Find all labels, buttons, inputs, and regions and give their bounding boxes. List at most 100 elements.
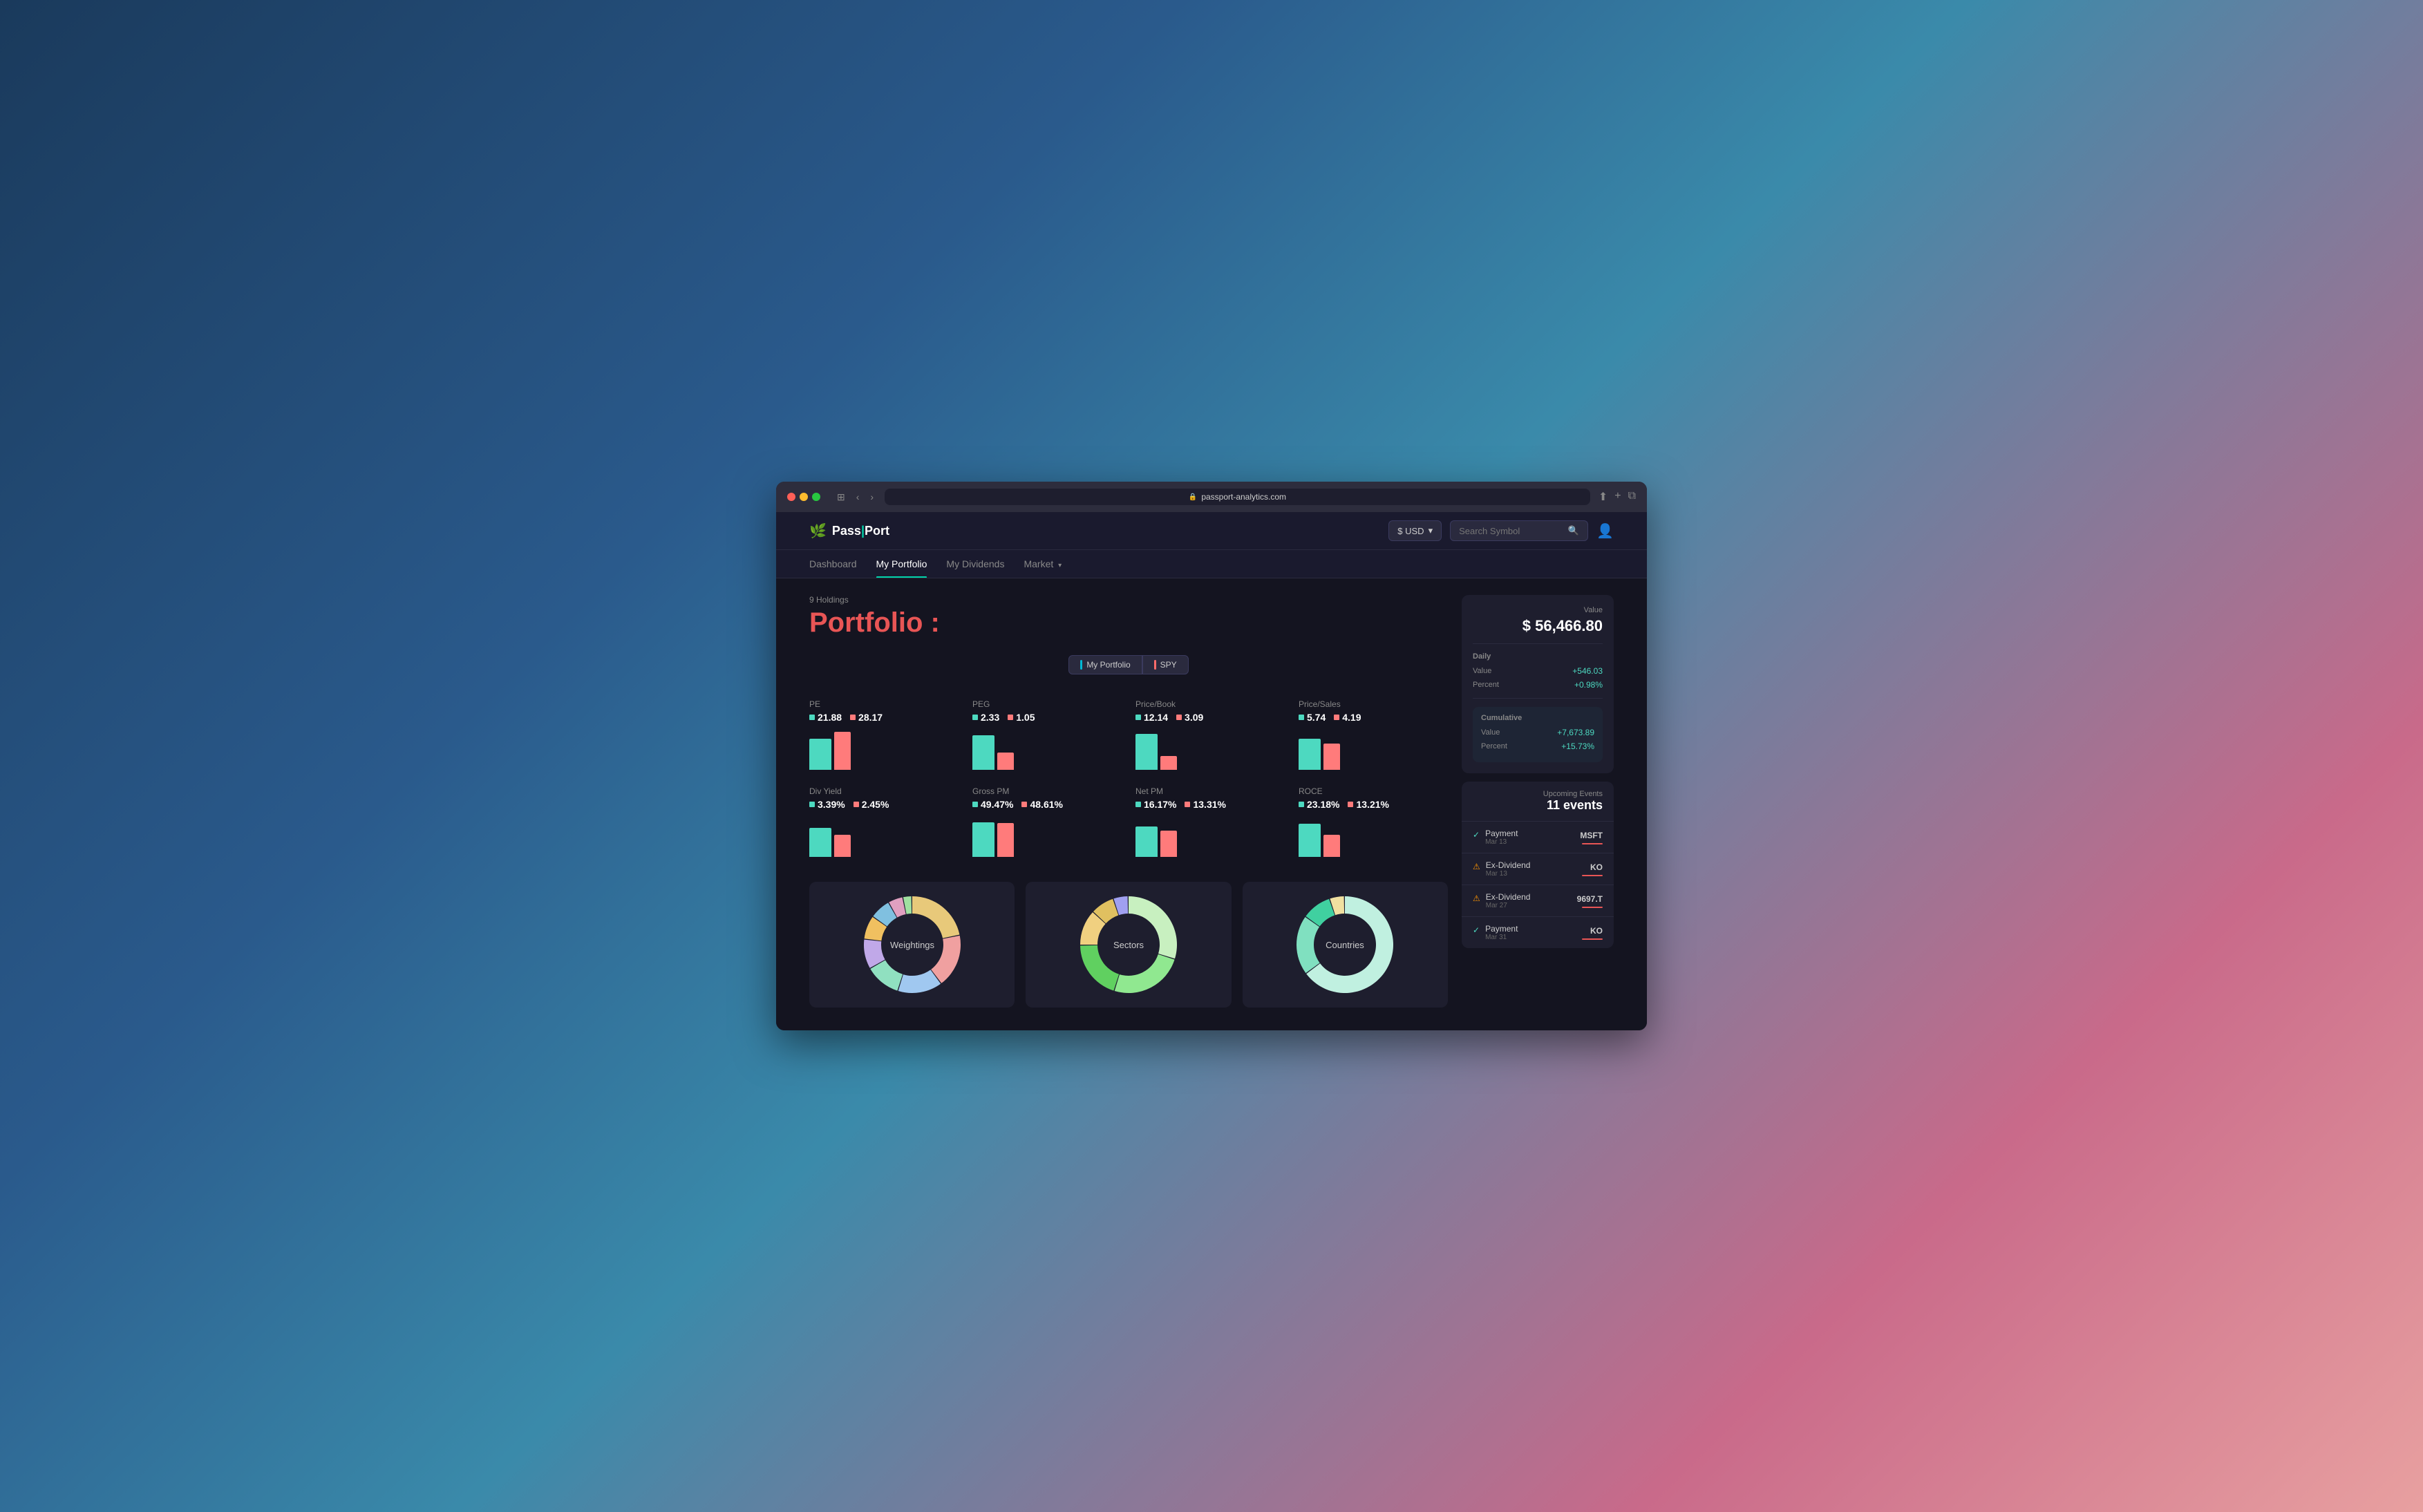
my-portfolio-toggle[interactable]: My Portfolio (1068, 655, 1142, 674)
metric-card-net-pm: Net PM 16.17% 13.31% (1135, 778, 1285, 865)
bar-chart (972, 728, 1122, 770)
metric-val1: 12.14 (1135, 712, 1168, 723)
bar-red (834, 835, 851, 857)
bar-red (1323, 835, 1340, 857)
bar-teal (1135, 734, 1158, 770)
event-right: MSFT (1580, 831, 1603, 844)
user-icon[interactable]: 👤 (1596, 522, 1614, 540)
address-bar[interactable]: 🔒 passport-analytics.com (885, 489, 1590, 505)
event-item-0[interactable]: ✓ Payment Mar 13 MSFT (1462, 821, 1614, 853)
event-line (1582, 938, 1603, 940)
daily-value-row: Value +546.03 (1473, 666, 1603, 676)
close-button[interactable] (787, 493, 795, 501)
check-icon: ✓ (1473, 925, 1480, 935)
svg-text:Weightings: Weightings (890, 940, 935, 950)
currency-selector[interactable]: $ USD ▾ (1388, 520, 1442, 541)
app-nav: Dashboard My Portfolio My Dividends Mark… (776, 550, 1647, 578)
spy-indicator (1154, 660, 1156, 670)
daily-percent: +0.98% (1574, 680, 1603, 690)
event-right: 9697.T (1577, 894, 1603, 908)
metric-val2: 1.05 (1008, 712, 1035, 723)
cumulative-section-title: Cumulative (1481, 714, 1594, 722)
teal-dot (972, 802, 978, 807)
divider-2 (1473, 698, 1603, 699)
logo-accent: | (861, 524, 865, 538)
bar-teal (1299, 739, 1321, 770)
event-line (1582, 875, 1603, 876)
search-bar[interactable]: 🔍 (1450, 520, 1588, 541)
teal-dot (1135, 802, 1141, 807)
nav-item-my-portfolio[interactable]: My Portfolio (876, 550, 927, 578)
daily-value: +546.03 (1572, 666, 1603, 676)
metric-label: PE (809, 699, 959, 709)
forward-button[interactable]: › (867, 490, 876, 504)
metric-val1: 49.47% (972, 799, 1013, 810)
bar-teal (972, 822, 994, 857)
metric-values: 23.18% 13.21% (1299, 799, 1448, 810)
event-left: ✓ Payment Mar 13 (1473, 829, 1518, 846)
event-symbol: 9697.T (1577, 894, 1603, 904)
nav-item-dashboard[interactable]: Dashboard (809, 550, 857, 578)
logo-area: 🌿 Pass|Port (809, 522, 1388, 540)
bar-red (1160, 831, 1177, 857)
metric-values: 2.33 1.05 (972, 712, 1122, 723)
bar-teal (972, 735, 994, 770)
chart-card-sectors: Sectors (1026, 882, 1231, 1008)
metric-card-gross-pm: Gross PM 49.47% 48.61% (972, 778, 1122, 865)
value-amount: $ 56,466.80 (1473, 617, 1603, 635)
event-item-1[interactable]: ⚠ Ex-Dividend Mar 13 KO (1462, 853, 1614, 885)
event-info: Ex-Dividend Mar 13 (1486, 860, 1531, 878)
events-card: Upcoming Events 11 events ✓ Payment Mar … (1462, 782, 1614, 948)
metric-values: 12.14 3.09 (1135, 712, 1285, 723)
tabs-icon[interactable]: ⧉ (1628, 490, 1636, 504)
bar-chart (1135, 728, 1285, 770)
metric-label: ROCE (1299, 786, 1448, 796)
svg-text:Countries: Countries (1326, 940, 1365, 950)
divider-1 (1473, 643, 1603, 644)
metric-val1: 2.33 (972, 712, 999, 723)
sidebar-toggle-icon[interactable]: ⊞ (834, 490, 848, 504)
teal-dot (1299, 802, 1304, 807)
back-button[interactable]: ‹ (854, 490, 862, 504)
nav-item-my-dividends[interactable]: My Dividends (946, 550, 1004, 578)
search-input[interactable] (1459, 526, 1563, 536)
main-content: 9 Holdings Portfolio : My Portfolio SPY (776, 578, 1647, 1024)
bar-red (1323, 744, 1340, 770)
metric-val1: 23.18% (1299, 799, 1339, 810)
new-tab-icon[interactable]: + (1614, 490, 1621, 504)
cumulative-value: +7,673.89 (1557, 728, 1594, 737)
bar-red (997, 823, 1014, 857)
event-symbol: KO (1590, 862, 1603, 872)
red-dot (1176, 715, 1182, 720)
warning-icon: ⚠ (1473, 894, 1480, 903)
metric-label: Div Yield (809, 786, 959, 796)
bar-chart (809, 728, 959, 770)
metric-values: 49.47% 48.61% (972, 799, 1122, 810)
metric-val1: 5.74 (1299, 712, 1326, 723)
bar-chart (809, 815, 959, 857)
teal-dot (1135, 715, 1141, 720)
event-symbol: MSFT (1580, 831, 1603, 840)
metric-card-roce: ROCE 23.18% 13.21% (1299, 778, 1448, 865)
share-icon[interactable]: ⬆ (1599, 490, 1608, 504)
currency-value: $ USD (1397, 526, 1424, 536)
metric-val1: 16.17% (1135, 799, 1176, 810)
daily-section-title: Daily (1473, 652, 1603, 661)
content-right: Value $ 56,466.80 Daily Value +546.03 Pe… (1462, 595, 1614, 1008)
metric-values: 3.39% 2.45% (809, 799, 959, 810)
metric-values: 5.74 4.19 (1299, 712, 1448, 723)
bar-red (997, 753, 1014, 770)
minimize-button[interactable] (800, 493, 808, 501)
app-header: 🌿 Pass|Port $ USD ▾ 🔍 👤 (776, 512, 1647, 550)
event-right: KO (1582, 862, 1603, 876)
metric-card-price-book: Price/Book 12.14 3.09 (1135, 691, 1285, 778)
bar-chart (972, 815, 1122, 857)
events-count: 11 events (1473, 798, 1603, 813)
nav-item-market[interactable]: Market ▾ (1024, 550, 1062, 578)
events-header: Upcoming Events 11 events (1462, 782, 1614, 821)
maximize-button[interactable] (812, 493, 820, 501)
content-left: 9 Holdings Portfolio : My Portfolio SPY (809, 595, 1448, 1008)
event-item-2[interactable]: ⚠ Ex-Dividend Mar 27 9697.T (1462, 885, 1614, 916)
spy-toggle[interactable]: SPY (1142, 655, 1189, 674)
event-item-3[interactable]: ✓ Payment Mar 31 KO (1462, 916, 1614, 948)
